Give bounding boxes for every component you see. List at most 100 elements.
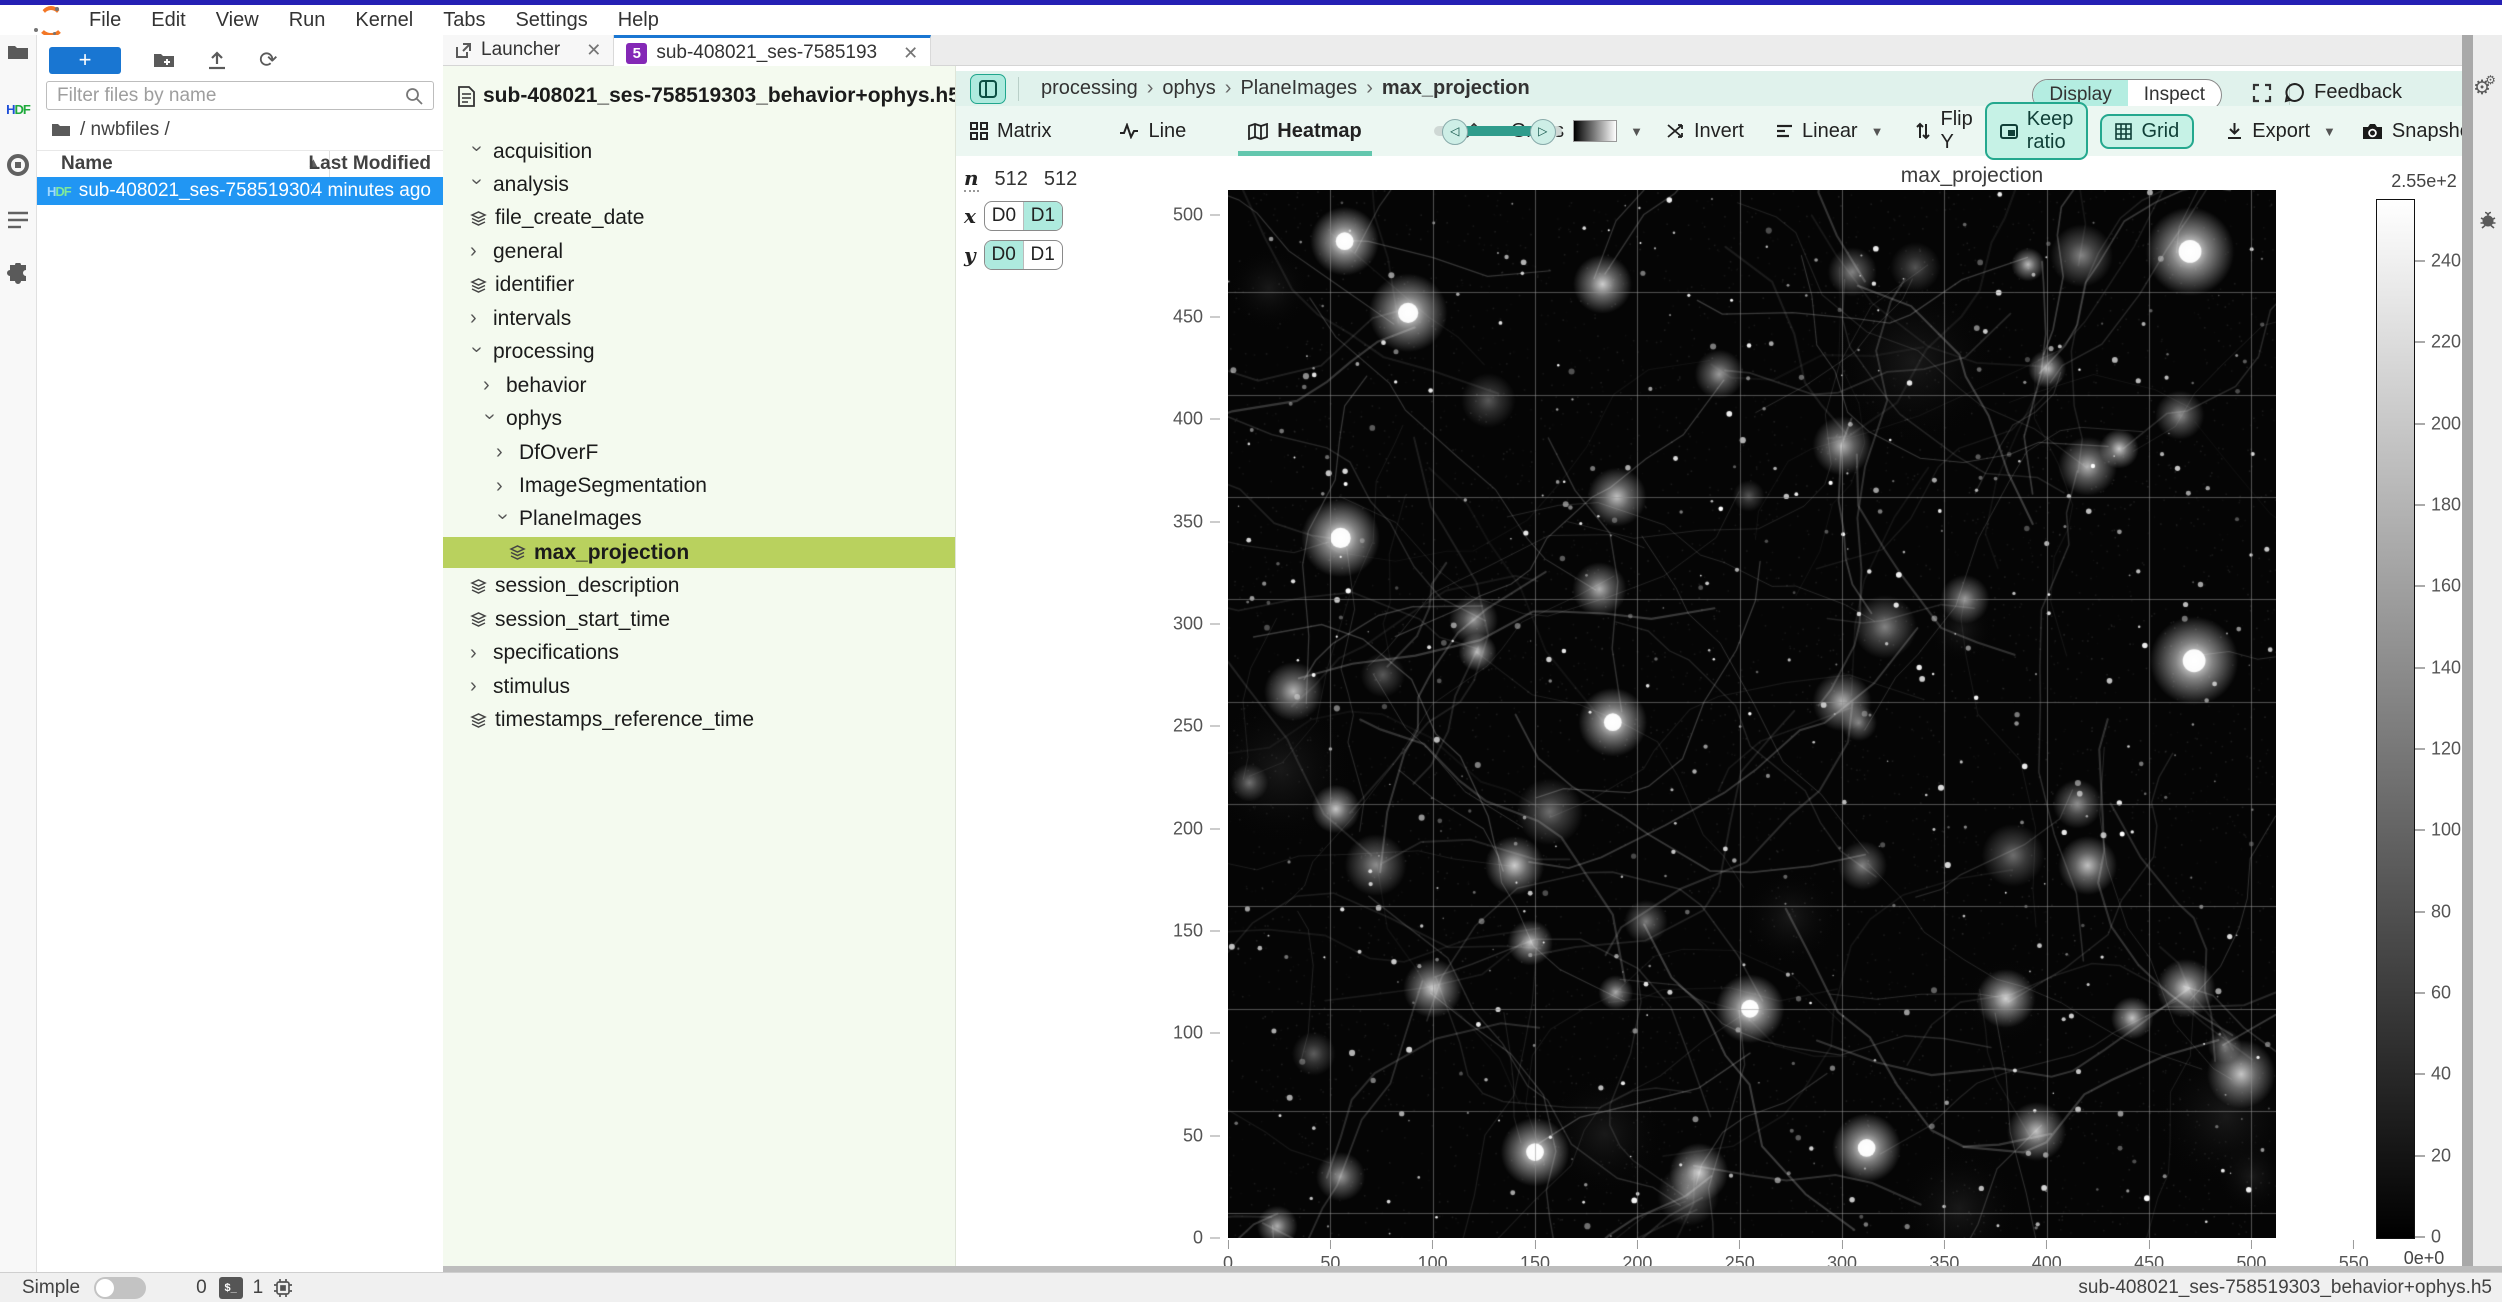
sidebar-toggle-button[interactable] <box>970 74 1006 104</box>
table-of-contents-icon[interactable] <box>0 211 36 229</box>
right-sidebar: ⚙⚙ <box>2473 35 2502 1266</box>
right-splitter[interactable] <box>2462 35 2473 1266</box>
tree-row[interactable]: › timestamps_reference_time <box>443 705 955 736</box>
kernel-icon[interactable] <box>273 1278 293 1298</box>
tree-row[interactable]: › analysis <box>443 169 955 200</box>
tree-row[interactable]: › DfOverF <box>443 437 955 468</box>
tab-h5-file[interactable]: 5 sub-408021_ses-7585193 ✕ <box>614 35 931 68</box>
menu-bar: FileEditViewRunKernelTabsSettingsHelp <box>0 5 2502 36</box>
hdf-panel-icon[interactable]: HDF <box>0 101 36 119</box>
invert-button[interactable]: Invert <box>1667 120 1744 143</box>
tree-item-label: session_start_time <box>495 608 670 632</box>
breadcrumb-item[interactable]: processing <box>1041 77 1138 100</box>
tree-row[interactable]: › ImageSegmentation <box>443 471 955 502</box>
export-button[interactable]: Export ▼ <box>2226 120 2336 143</box>
tree-item-label: intervals <box>493 307 571 331</box>
tree-row[interactable]: › intervals <box>443 303 955 334</box>
tree-row[interactable]: › acquisition <box>443 136 955 167</box>
tab-heatmap[interactable]: Heatmap <box>1234 106 1375 156</box>
y-d1-button[interactable]: D1 <box>1023 241 1062 269</box>
debugger-icon[interactable] <box>2473 210 2502 230</box>
tree-row[interactable]: › session_start_time <box>443 604 955 635</box>
y-tick: 350 <box>1132 511 1220 532</box>
tab-matrix[interactable]: Matrix <box>956 106 1065 156</box>
file-browser-icon[interactable] <box>0 43 36 61</box>
hdf5-file-icon: 5 <box>626 43 647 64</box>
tab-launcher[interactable]: Launcher ✕ <box>443 35 614 65</box>
extensions-icon[interactable] <box>0 263 36 285</box>
domain-max-handle[interactable]: ▷ <box>1530 119 1556 145</box>
tree-row[interactable]: › session_description <box>443 571 955 602</box>
tree-item-label: PlaneImages <box>519 507 642 531</box>
tree-item-label: acquisition <box>493 140 592 164</box>
tree-row[interactable]: › processing <box>443 337 955 368</box>
simple-mode-toggle[interactable] <box>94 1277 146 1299</box>
colorbar[interactable] <box>2376 199 2415 1239</box>
h5-explorer-panel: sub-408021_ses-758519303_behavior+ophys.… <box>443 66 956 1266</box>
breadcrumb-item[interactable]: ophys <box>1162 77 1215 100</box>
x-d1-button[interactable]: D1 <box>1023 202 1062 230</box>
tree-row[interactable]: › max_projection <box>443 537 955 568</box>
file-row[interactable]: HDF sub-408021_ses-758519303_beha... 4 m… <box>37 177 443 205</box>
close-icon[interactable]: ✕ <box>903 43 918 64</box>
menu-item[interactable]: Run <box>274 5 341 35</box>
h5-file-title[interactable]: sub-408021_ses-758519303_behavior+ophys.… <box>458 84 956 108</box>
menu-item[interactable]: File <box>74 5 136 35</box>
snapshot-button[interactable]: Snapshot <box>2362 120 2477 143</box>
tab-line[interactable]: Line <box>1105 106 1200 156</box>
h5-viewer-panel: processing›ophys›PlaneImages› max_projec… <box>956 66 2462 1266</box>
dim-size-0: 512 <box>995 168 1028 191</box>
new-folder-button[interactable] <box>153 51 175 69</box>
grid-button[interactable]: Grid <box>2100 114 2194 149</box>
column-name[interactable]: Name <box>61 153 113 175</box>
tree-item-label: analysis <box>493 173 569 197</box>
tree-row[interactable]: › behavior <box>443 370 955 401</box>
folder-icon[interactable] <box>51 122 71 138</box>
x-d0-button[interactable]: D0 <box>985 202 1023 230</box>
path-label: / nwbfiles / <box>80 119 170 141</box>
tree-row[interactable]: › specifications <box>443 638 955 669</box>
column-last-modified[interactable]: Last Modified <box>309 153 431 175</box>
refresh-icon[interactable]: ⟳ <box>259 47 277 73</box>
tab-label: Launcher <box>481 39 560 61</box>
menu-item[interactable]: Settings <box>500 5 602 35</box>
terminal-icon[interactable]: $_ <box>219 1277 243 1299</box>
colorbar-tick: 200 <box>2415 413 2461 434</box>
y-d0-button[interactable]: D0 <box>985 241 1023 269</box>
property-inspector-icon[interactable]: ⚙⚙ <box>2473 75 2502 100</box>
menu-item[interactable]: Tabs <box>428 5 500 35</box>
tree-row[interactable]: › file_create_date <box>443 203 955 234</box>
tree-row[interactable]: › PlaneImages <box>443 504 955 535</box>
domain-min-handle[interactable]: ◁ <box>1442 119 1468 145</box>
breadcrumb-item[interactable]: PlaneImages <box>1240 77 1357 100</box>
tree-row[interactable]: › general <box>443 236 955 267</box>
n-dims-label: n <box>964 166 979 192</box>
tree-item-label: processing <box>493 340 595 364</box>
flip-y-button[interactable]: Flip Y <box>1915 108 1972 154</box>
filter-files-input[interactable] <box>47 85 405 107</box>
menu-item[interactable]: View <box>201 5 274 35</box>
new-launcher-button[interactable]: + <box>49 47 121 74</box>
tree-row[interactable]: › identifier <box>443 270 955 301</box>
running-sessions-icon[interactable] <box>0 153 36 177</box>
colorbar-tick: 140 <box>2415 657 2461 678</box>
menu-item[interactable]: Edit <box>136 5 200 35</box>
chevron-icon: › <box>465 346 488 360</box>
feedback-button[interactable]: Feedback <box>2284 81 2402 104</box>
keep-ratio-button[interactable]: Keep ratio <box>1985 102 2089 160</box>
tree-row[interactable]: › ophys <box>443 404 955 435</box>
dataset-icon <box>470 712 487 729</box>
close-icon[interactable]: ✕ <box>586 40 601 61</box>
chevron-icon: › <box>478 413 501 427</box>
tree-row[interactable]: › stimulus <box>443 671 955 702</box>
menu-item[interactable]: Kernel <box>340 5 428 35</box>
y-tick: 450 <box>1132 306 1220 327</box>
upload-icon[interactable] <box>207 50 227 70</box>
menu-item[interactable]: Help <box>603 5 674 35</box>
dataset-icon <box>470 578 487 595</box>
heatmap-canvas[interactable] <box>1228 190 2276 1238</box>
document-icon <box>458 86 475 107</box>
fullscreen-icon[interactable] <box>2252 83 2272 103</box>
scale-select[interactable]: Linear ▼ <box>1776 120 1883 143</box>
keep-ratio-icon <box>2000 124 2018 139</box>
